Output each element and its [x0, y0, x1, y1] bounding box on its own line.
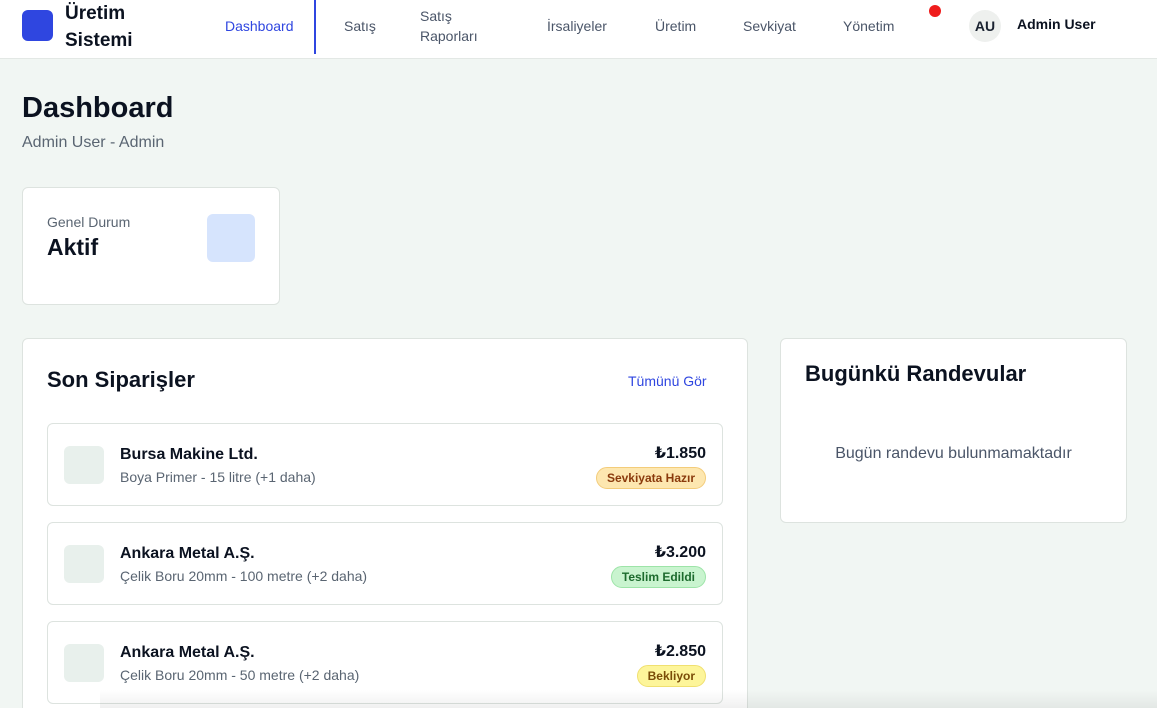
- page-subtitle: Admin User - Admin: [22, 134, 165, 151]
- order-customer: Ankara Metal A.Ş.: [120, 545, 255, 562]
- nav-item-satis-raporlari[interactable]: Satış Raporları: [420, 0, 500, 52]
- order-amount: ₺1.850: [654, 445, 706, 462]
- order-description: Çelik Boru 20mm - 100 metre (+2 daha): [120, 568, 368, 584]
- order-row[interactable]: Ankara Metal A.Ş. Çelik Boru 20mm - 100 …: [47, 522, 723, 605]
- view-all-link[interactable]: Tümünü Gör: [628, 373, 707, 389]
- user-name[interactable]: Admin User: [1017, 16, 1096, 32]
- order-status-badge: Sevkiyata Hazır: [595, 467, 706, 489]
- recent-orders-title: Son Siparişler: [47, 367, 195, 392]
- top-navigation-bar: Üretim Sistemi Dashboard Satış Satış Rap…: [0, 0, 1157, 59]
- nav-item-yonetim[interactable]: Yönetim: [843, 0, 894, 52]
- nav-item-satis[interactable]: Satış: [344, 0, 376, 52]
- order-thumbnail-icon: [64, 545, 104, 583]
- order-customer: Bursa Makine Ltd.: [120, 446, 258, 463]
- active-nav-indicator: [314, 0, 316, 54]
- order-customer: Ankara Metal A.Ş.: [120, 644, 255, 661]
- page-title: Dashboard: [22, 92, 174, 124]
- app-title[interactable]: Üretim Sistemi: [65, 0, 175, 54]
- todays-appointments-panel: Bugünkü Randevular Bugün randevu bulunma…: [780, 338, 1127, 523]
- order-row[interactable]: Ankara Metal A.Ş. Çelik Boru 20mm - 50 m…: [47, 621, 723, 704]
- general-status-card: Genel Durum Aktif: [22, 187, 280, 305]
- order-row[interactable]: Bursa Makine Ltd. Boya Primer - 15 litre…: [47, 423, 723, 506]
- order-thumbnail-icon: [64, 446, 104, 484]
- order-description: Çelik Boru 20mm - 50 metre (+2 daha): [120, 667, 360, 683]
- order-amount: ₺3.200: [654, 544, 706, 561]
- order-thumbnail-icon: [64, 644, 104, 682]
- appointments-empty-text: Bugün randevu bulunmamaktadır: [835, 445, 1072, 462]
- avatar[interactable]: AU: [969, 10, 1001, 42]
- appointments-title: Bugünkü Randevular: [805, 361, 1027, 386]
- nav-item-uretim[interactable]: Üretim: [655, 0, 696, 52]
- order-amount: ₺2.850: [654, 643, 706, 660]
- notification-dot-icon[interactable]: [929, 5, 941, 17]
- nav-item-irsaliyeler[interactable]: İrsaliyeler: [547, 0, 607, 52]
- order-description: Boya Primer - 15 litre (+1 daha): [120, 469, 316, 485]
- nav-item-sevkiyat[interactable]: Sevkiyat: [743, 0, 796, 52]
- status-icon: [207, 214, 255, 262]
- order-status-badge: Bekliyor: [636, 665, 706, 687]
- order-status-badge: Teslim Edildi: [610, 566, 706, 588]
- status-label: Genel Durum: [47, 214, 131, 230]
- recent-orders-panel: Son Siparişler Tümünü Gör Bursa Makine L…: [22, 338, 748, 708]
- app-logo-icon[interactable]: [22, 10, 53, 41]
- status-value: Aktif: [47, 234, 99, 260]
- nav-item-dashboard[interactable]: Dashboard: [225, 0, 294, 52]
